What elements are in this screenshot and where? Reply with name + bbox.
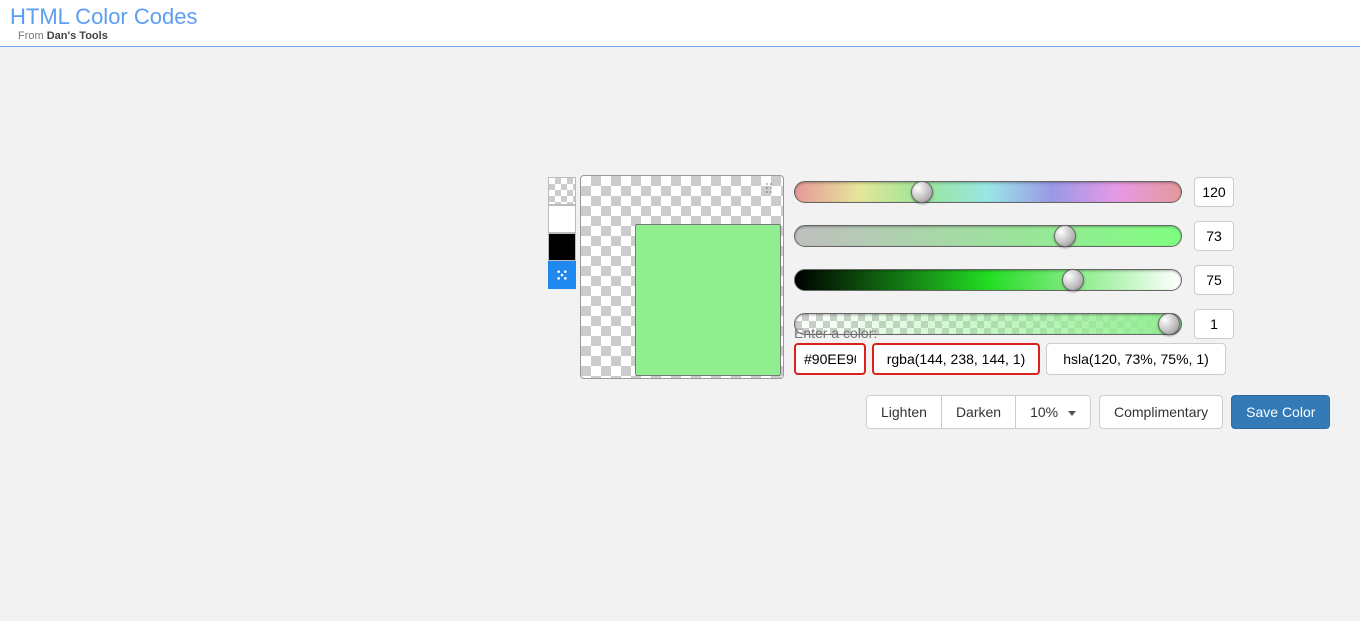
color-input-row	[794, 343, 1226, 375]
page-header: HTML Color Codes From Dan's Tools	[0, 0, 1360, 47]
swatch-random-dice[interactable]	[548, 261, 576, 289]
drag-handle-icon[interactable]	[765, 182, 775, 196]
darken-button[interactable]: Darken	[941, 396, 1015, 428]
lightness-knob[interactable]	[1062, 269, 1084, 291]
color-preview-panel[interactable]	[580, 175, 784, 379]
page-subtitle: From Dan's Tools	[18, 30, 1350, 42]
saturation-slider-row	[794, 221, 1234, 251]
hue-knob[interactable]	[911, 181, 933, 203]
lightness-slider-row	[794, 265, 1234, 295]
swatch-transparent[interactable]	[548, 177, 576, 205]
page-title: HTML Color Codes	[10, 4, 1350, 30]
color-preview-swatch	[635, 224, 781, 376]
hue-value-input[interactable]	[1194, 177, 1234, 207]
save-color-button[interactable]: Save Color	[1231, 395, 1330, 429]
saturation-track[interactable]	[794, 225, 1182, 247]
lightness-value-input[interactable]	[1194, 265, 1234, 295]
color-picker-stage: Enter a color: Lighten Darken 10% Compli…	[0, 47, 1360, 127]
alpha-value-input[interactable]	[1194, 309, 1234, 339]
dice-icon	[554, 267, 570, 283]
lightness-track[interactable]	[794, 269, 1182, 291]
brand-name: Dan's Tools	[47, 30, 108, 42]
saturation-value-input[interactable]	[1194, 221, 1234, 251]
hex-input[interactable]	[794, 343, 866, 375]
alpha-knob[interactable]	[1158, 313, 1180, 335]
rgba-input[interactable]	[872, 343, 1040, 375]
hue-slider-row	[794, 177, 1234, 207]
swatch-column	[548, 177, 576, 289]
percent-label: 10%	[1030, 404, 1062, 420]
complimentary-button[interactable]: Complimentary	[1099, 395, 1223, 429]
percent-dropdown[interactable]: 10%	[1015, 396, 1090, 428]
from-prefix: From	[18, 30, 47, 42]
swatch-white[interactable]	[548, 205, 576, 233]
hsla-input[interactable]	[1046, 343, 1226, 375]
hue-track[interactable]	[794, 181, 1182, 203]
adjust-button-group: Lighten Darken 10%	[866, 395, 1091, 429]
lighten-button[interactable]: Lighten	[867, 396, 941, 428]
action-button-row: Lighten Darken 10% Complimentary Save Co…	[866, 395, 1330, 429]
saturation-knob[interactable]	[1054, 225, 1076, 247]
swatch-black[interactable]	[548, 233, 576, 261]
caret-down-icon	[1068, 411, 1076, 416]
enter-color-label: Enter a color:	[794, 325, 877, 341]
